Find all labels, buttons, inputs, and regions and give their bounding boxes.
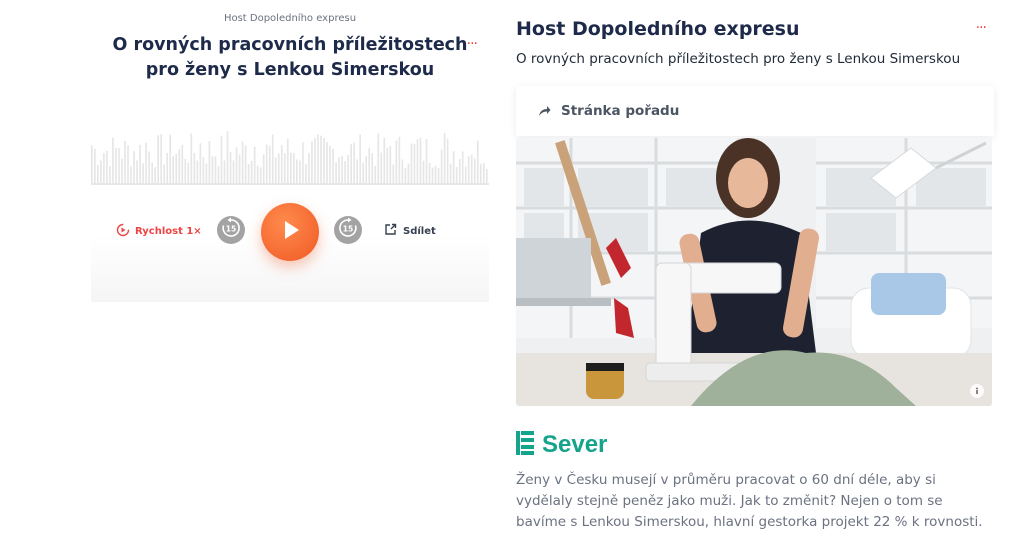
speed-label: Rychlost 1× [135,226,202,237]
rewind-15-button[interactable]: 15 [217,216,245,244]
station-brand[interactable]: Sever [516,430,607,460]
audio-waveform[interactable] [91,125,489,183]
episode-photo [516,138,992,406]
audio-player: Host Dopoledního expresu O rovných praco… [91,0,489,302]
share-icon [384,223,397,239]
forward-15-icon: 15 [337,217,359,243]
rewind-15-icon: 15 [220,217,242,243]
play-icon [278,218,302,246]
progress-track[interactable] [91,183,489,185]
show-page-label: Stránka pořadu [561,103,680,119]
show-page-link[interactable]: Stránka pořadu [516,86,994,136]
speed-icon [116,223,130,240]
share-label: Sdílet [403,225,436,237]
player-host-label: Host Dopoledního expresu [223,13,357,24]
arrow-icon [538,102,551,121]
forward-15-button[interactable]: 15 [334,216,362,244]
station-name: Sever [542,431,608,458]
share-button[interactable]: Sdílet [384,223,436,239]
forward-15-label: 15 [343,225,353,234]
article-subtitle: O rovných pracovních příležitostech pro … [516,51,961,67]
player-episode-title: O rovných pracovních příležitostech pro … [112,35,468,80]
episode-description: Ženy v Česku musejí v průměru pracovat o… [516,472,983,530]
article-title: Host Dopoledního expresu [516,18,800,40]
rewind-15-label: 15 [226,225,236,234]
info-icon[interactable] [970,384,984,398]
episode-article: Host Dopoledního expresu ··· O rovných p… [516,0,994,538]
player-controls: Rychlost 1× 15 15 Sdílet [91,200,489,261]
play-button[interactable] [261,203,319,261]
player-more-button[interactable]: ··· [467,36,478,52]
speed-button[interactable]: Rychlost 1× [116,223,202,240]
article-more-button[interactable]: ··· [976,20,987,36]
station-logo-icon [516,430,534,460]
